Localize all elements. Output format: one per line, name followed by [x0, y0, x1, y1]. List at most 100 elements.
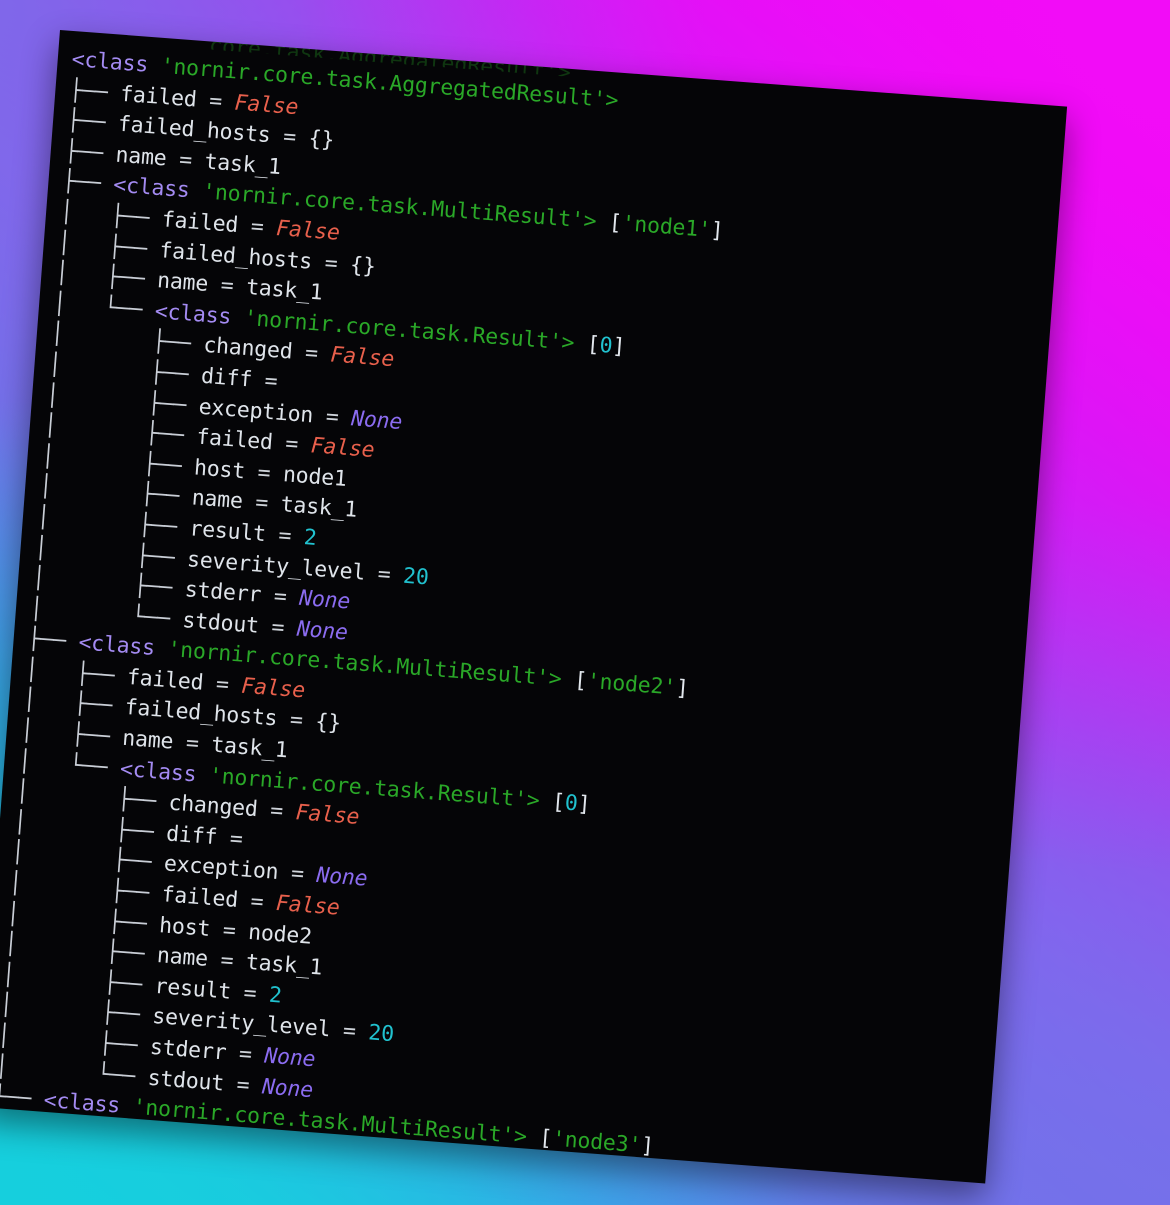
token-eq: =: [207, 272, 248, 300]
token-plain: node1: [282, 461, 348, 492]
tree-branch-glyph: │ ├──: [24, 657, 128, 690]
token-str: 'node2': [585, 669, 677, 701]
token-none: None: [263, 1043, 317, 1073]
token-eq: =: [277, 860, 318, 889]
token-eq: =: [229, 979, 271, 1008]
token-eq: =: [264, 522, 305, 550]
token-none: None: [298, 585, 352, 615]
token-eq: =: [225, 1040, 266, 1069]
token-key: host: [158, 912, 212, 942]
token-bool: False: [309, 433, 376, 464]
token-eq: =: [250, 367, 291, 396]
token-key: name: [114, 142, 168, 172]
token-bool: False: [275, 215, 341, 246]
token-eq: =: [216, 825, 257, 853]
token-num: 20: [367, 1020, 395, 1048]
token-eq: =: [241, 489, 282, 518]
token-num: 2: [302, 524, 318, 551]
token-brack: ]: [674, 675, 690, 702]
token-plain: task_1: [245, 950, 324, 981]
tree-branch-glyph: ├──: [68, 77, 122, 107]
token-bool: False: [294, 800, 361, 831]
tree-branch-glyph: └──: [0, 1084, 32, 1113]
token-bool: False: [240, 673, 306, 704]
token-key: exception: [163, 851, 280, 886]
tree-branch-glyph: │ ├──: [56, 230, 161, 263]
token-key: result: [153, 973, 232, 1005]
token-eq: =: [223, 1071, 264, 1099]
token-bool: False: [275, 890, 341, 921]
token-plain: task_1: [279, 492, 358, 524]
token-key: diff: [200, 363, 253, 393]
token-key: stderr: [149, 1034, 228, 1066]
terminal-screen[interactable]: core.task.AggregatedResult'> <class 'nor…: [0, 30, 1067, 1183]
token-eq: =: [312, 402, 353, 431]
token-num: 20: [402, 563, 430, 591]
token-key: name: [156, 943, 209, 973]
token-plain: node2: [247, 919, 313, 950]
token-key: failed: [160, 207, 240, 239]
token-eq: =: [209, 916, 250, 945]
token-brack: ]: [709, 218, 725, 245]
token-bool: False: [233, 90, 300, 120]
tree-branch-glyph: │ └──: [17, 748, 122, 782]
token-plain: {}: [349, 252, 377, 280]
tree-branch-glyph: │ ├──: [22, 687, 126, 721]
tree-branch-glyph: ├──: [26, 626, 80, 656]
token-key: host: [193, 455, 246, 484]
token-eq: =: [244, 459, 285, 487]
token-key: stdout: [146, 1065, 225, 1097]
token-kw: <class: [119, 756, 198, 788]
token-num: 2: [268, 982, 283, 1009]
token-eq: =: [260, 583, 301, 611]
token-key: name: [121, 725, 175, 755]
token-str: 'node3': [551, 1126, 642, 1159]
token-brack: ]: [640, 1133, 655, 1160]
token-kw: <class: [42, 1088, 121, 1119]
token-key: failed: [160, 882, 239, 913]
token-none: None: [295, 616, 349, 646]
token-key: result: [188, 516, 267, 547]
token-eq: =: [237, 213, 278, 241]
token-kw: <class: [77, 630, 156, 662]
token-eq: =: [329, 1017, 370, 1046]
token-key: failed: [126, 664, 205, 696]
token-kw: <class: [70, 47, 149, 78]
tree-branch-glyph: │ ├──: [54, 260, 159, 294]
token-eq: =: [202, 670, 243, 699]
token-eq: =: [269, 123, 310, 152]
token-eq: =: [165, 146, 206, 175]
token-key: name: [190, 485, 244, 515]
token-eq: =: [257, 613, 298, 642]
token-key: changed: [202, 333, 294, 365]
token-key: diff: [165, 821, 219, 851]
terminal-window[interactable]: core.task.AggregatedResult'> <class 'nor…: [0, 30, 1068, 1184]
terminal-output: <class 'nornir.core.task.AggregatedResul…: [0, 45, 1066, 1183]
token-eq: =: [271, 430, 312, 459]
token-kw: <class: [153, 298, 233, 330]
tree-branch-glyph: ├──: [61, 169, 115, 198]
token-key: stderr: [183, 577, 263, 608]
token-eq: =: [364, 560, 405, 589]
token-plain: {}: [314, 709, 342, 737]
token-plain: task_1: [210, 732, 289, 764]
tree-branch-glyph: ├──: [63, 138, 117, 168]
background-gradient: core.task.AggregatedResult'> <class 'nor…: [0, 0, 1170, 1205]
token-key: changed: [167, 790, 259, 823]
tree-branch-glyph: │ ├──: [59, 199, 163, 233]
token-eq: =: [206, 947, 247, 975]
token-bool: False: [329, 342, 395, 373]
token-plain: task_1: [203, 149, 282, 180]
tree-branch-glyph: │ └──: [52, 291, 156, 324]
token-key: failed: [195, 424, 274, 456]
token-key: name: [156, 268, 209, 298]
token-none: None: [315, 863, 369, 893]
token-plain: {}: [307, 126, 335, 154]
token-none: None: [350, 405, 404, 435]
token-plain: task_1: [245, 275, 324, 306]
token-brack: ]: [611, 333, 627, 360]
token-key: failed: [119, 81, 198, 113]
token-none: None: [261, 1074, 314, 1103]
token-eq: =: [236, 888, 277, 916]
token-eq: =: [311, 249, 352, 278]
